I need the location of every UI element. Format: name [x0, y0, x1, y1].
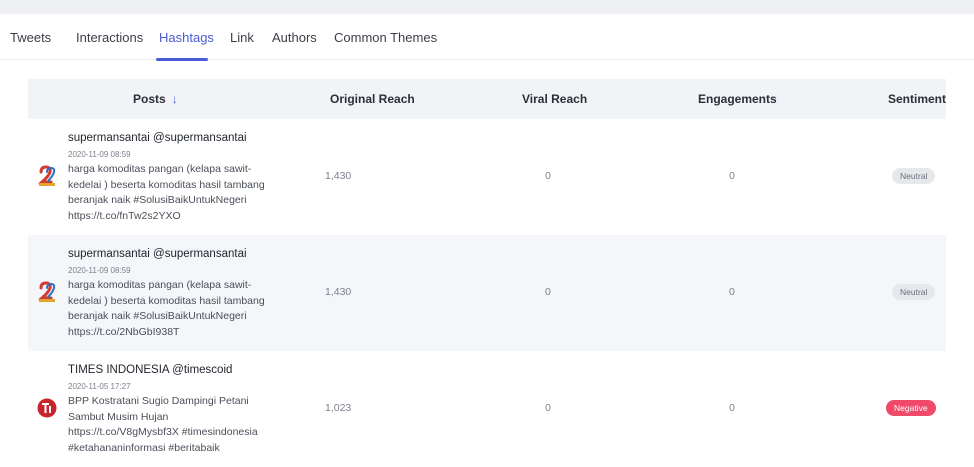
2-logo-icon — [37, 165, 56, 186]
tab-common-themes[interactable]: Common Themes — [334, 30, 437, 45]
avatar — [36, 281, 58, 303]
post-text: BPP Kostratani Sugio Dampingi Petani Sam… — [68, 395, 258, 454]
tab-bar: Tweets Interactions Hashtags Link Author… — [0, 14, 974, 61]
sentiment-badge: Negative — [886, 400, 936, 416]
table-row[interactable]: TIMES INDONESIA @timescoid 2020-11-05 17… — [28, 351, 946, 467]
sentiment-column-header[interactable]: Sentiment — [888, 92, 946, 106]
engagements-value: 0 — [729, 286, 735, 298]
engagements-column-header[interactable]: Engagements — [698, 92, 777, 106]
viral-reach-column-header[interactable]: Viral Reach — [522, 92, 587, 106]
tab-link[interactable]: Link — [230, 30, 254, 45]
post-text: harga komoditas pangan (kelapa sawit-ked… — [68, 279, 265, 338]
original-reach-value: 1,430 — [325, 286, 352, 298]
viral-reach-value: 0 — [545, 402, 551, 414]
post-content: supermansantai @supermansantai 2020-11-0… — [68, 131, 278, 224]
post-timestamp: 2020-11-05 17:27 — [68, 382, 131, 391]
sort-arrow-down-icon[interactable]: ↓ — [172, 92, 178, 106]
post-timestamp: 2020-11-09 08:59 — [68, 150, 131, 159]
post-content: TIMES INDONESIA @timescoid 2020-11-05 17… — [68, 363, 278, 456]
engagements-value: 0 — [729, 402, 735, 414]
post-author[interactable]: supermansantai @supermansantai — [68, 247, 278, 262]
sentiment-badge: Neutral — [892, 284, 936, 300]
viral-reach-value: 0 — [545, 286, 551, 298]
sentiment-badge: Neutral — [892, 168, 936, 184]
post-content: supermansantai @supermansantai 2020-11-0… — [68, 247, 278, 340]
post-author[interactable]: TIMES INDONESIA @timescoid — [68, 363, 278, 378]
analytics-panel: Tweets Interactions Hashtags Link Author… — [0, 14, 974, 467]
avatar — [36, 165, 58, 187]
post-timestamp: 2020-11-09 08:59 — [68, 266, 131, 275]
tab-hashtags[interactable]: Hashtags — [159, 30, 214, 45]
ti-logo-icon — [37, 398, 57, 418]
viral-reach-value: 0 — [545, 170, 551, 182]
table-row[interactable]: supermansantai @supermansantai 2020-11-0… — [28, 235, 946, 351]
tab-authors[interactable]: Authors — [272, 30, 317, 45]
active-tab-indicator — [156, 58, 208, 61]
tab-tweets[interactable]: Tweets — [10, 30, 51, 45]
original-reach-value: 1,430 — [325, 170, 352, 182]
engagements-value: 0 — [729, 170, 735, 182]
posts-column-header[interactable]: Posts ↓ — [133, 92, 178, 106]
tab-interactions[interactable]: Interactions — [76, 30, 143, 45]
original-reach-column-header[interactable]: Original Reach — [330, 92, 415, 106]
posts-header-label: Posts — [133, 92, 166, 106]
table-row[interactable]: supermansantai @supermansantai 2020-11-0… — [28, 119, 946, 235]
table-header: Posts ↓ Original Reach Viral Reach Engage… — [28, 79, 946, 119]
avatar — [36, 397, 58, 419]
2-logo-icon — [37, 281, 56, 302]
post-text: harga komoditas pangan (kelapa sawit-ked… — [68, 163, 265, 222]
post-author[interactable]: supermansantai @supermansantai — [68, 131, 278, 146]
original-reach-value: 1,023 — [325, 402, 352, 414]
